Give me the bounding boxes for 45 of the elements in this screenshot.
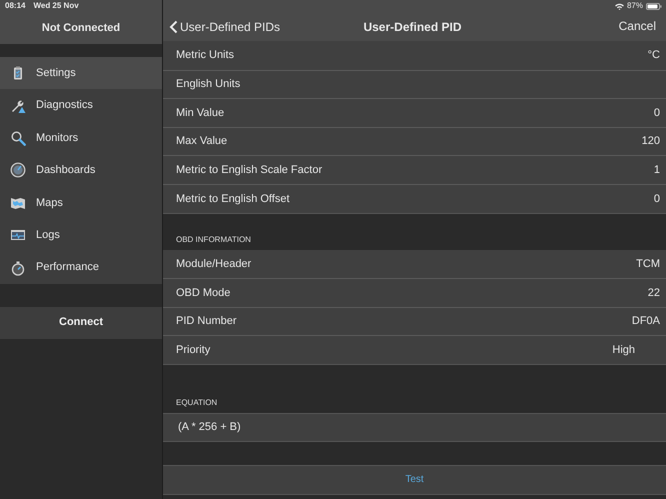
sidebar-item[interactable]: Maps bbox=[0, 186, 162, 219]
field-value[interactable]: 0 bbox=[654, 104, 660, 122]
status-date: Wed 25 Nov bbox=[33, 0, 79, 12]
battery-percent: 87% bbox=[626, 0, 643, 12]
sidebar-item[interactable]: Logs bbox=[0, 218, 162, 252]
field-label: Min Value bbox=[176, 106, 224, 121]
field-value[interactable]: TCM bbox=[636, 256, 660, 272]
field-label: PID Number bbox=[176, 314, 237, 330]
connect-button[interactable]: Connect bbox=[0, 306, 162, 339]
wrench-icon bbox=[10, 98, 26, 114]
battery-icon bbox=[646, 2, 662, 10]
connection-status: Not Connected bbox=[42, 20, 120, 36]
back-button[interactable]: User-Defined PIDs bbox=[169, 18, 280, 36]
sidebar-item[interactable]: Diagnostics bbox=[0, 89, 162, 122]
field-value[interactable]: 1 bbox=[654, 162, 660, 178]
status-time: 08:14 bbox=[5, 0, 26, 12]
section-header: EQUATION bbox=[176, 398, 218, 407]
field-label: OBD Mode bbox=[176, 286, 230, 301]
sidebar-item[interactable]: Dashboards bbox=[0, 154, 162, 187]
picker-value[interactable]: High bbox=[612, 342, 660, 358]
field-label: English Units bbox=[176, 77, 240, 92]
equation-field[interactable]: (A * 256 + B) bbox=[163, 412, 666, 442]
search-icon bbox=[10, 130, 26, 146]
field-label: Max Value bbox=[176, 134, 228, 150]
field-label: Metric Units bbox=[176, 48, 234, 64]
field-value[interactable]: 0 bbox=[654, 190, 660, 208]
wifi-icon bbox=[614, 2, 624, 10]
back-chevron-icon bbox=[169, 20, 178, 34]
cancel-button[interactable]: Cancel bbox=[618, 17, 656, 36]
page-title: User-Defined PID bbox=[363, 20, 462, 34]
field-label: Module/Header bbox=[176, 256, 252, 272]
field-value[interactable]: DF0A bbox=[632, 313, 660, 330]
gauge-icon bbox=[10, 162, 26, 178]
section-header: OBD INFORMATION bbox=[176, 234, 251, 244]
sidebar-item[interactable]: Settings bbox=[0, 57, 162, 90]
stopwatch-icon bbox=[10, 260, 26, 276]
field-value[interactable]: °C bbox=[648, 47, 660, 64]
sidebar-item[interactable]: Performance bbox=[0, 251, 162, 284]
field-label: Metric to English Offset bbox=[176, 192, 290, 207]
test-button[interactable]: Test bbox=[163, 464, 666, 495]
sidebar-item[interactable]: Monitors bbox=[0, 122, 162, 154]
field-value[interactable]: 22 bbox=[648, 284, 660, 302]
field-label: Priority bbox=[176, 342, 210, 358]
field-value[interactable]: 120 bbox=[642, 133, 660, 150]
field-label: Metric to English Scale Factor bbox=[176, 162, 322, 178]
